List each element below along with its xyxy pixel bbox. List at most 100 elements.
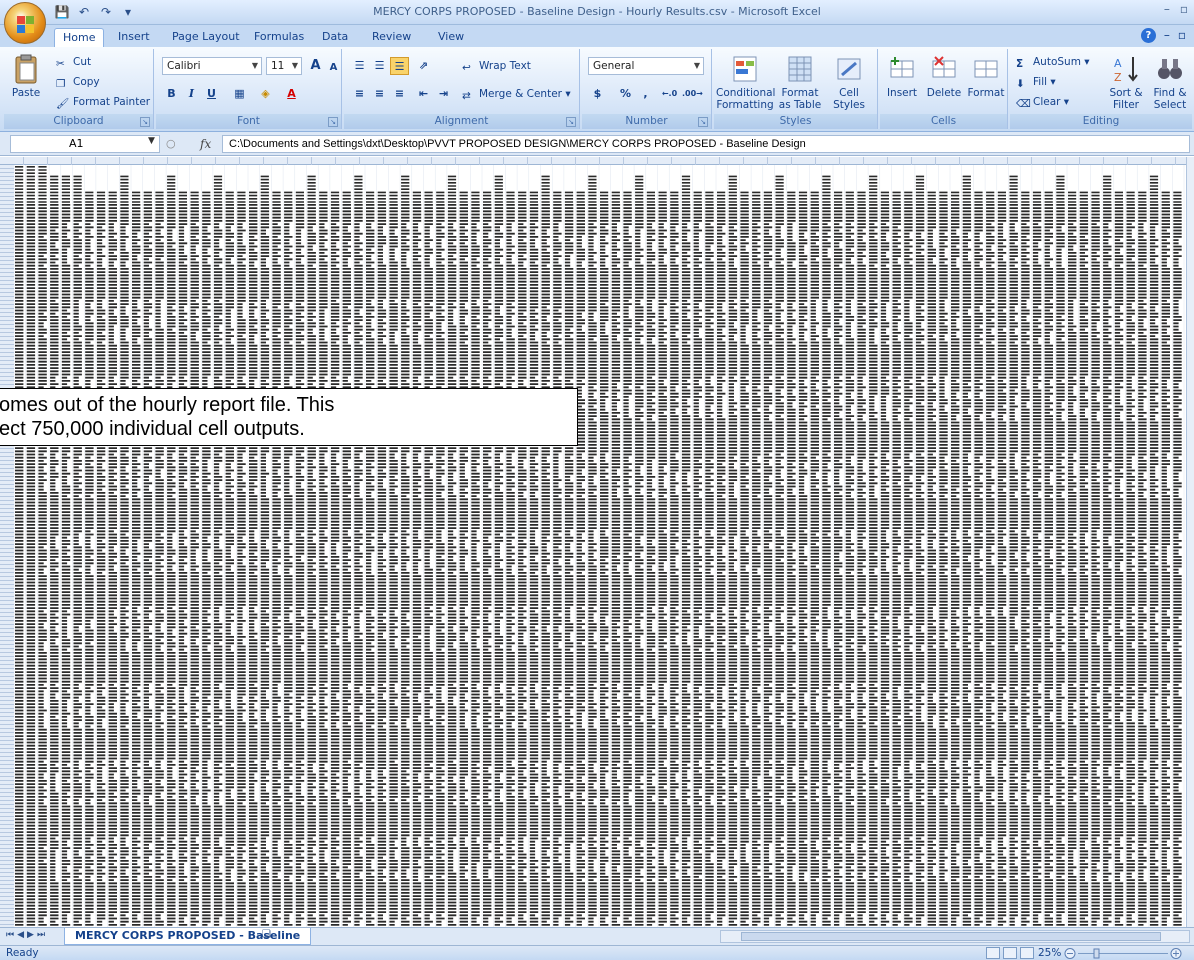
office-button[interactable] [4,2,46,44]
column-header[interactable] [864,157,888,165]
tab-home[interactable]: Home [54,28,105,47]
worksheet[interactable] [0,157,1194,927]
restore-icon[interactable]: ▫ [1180,2,1188,16]
tab-page-layout[interactable]: Page Layout [164,28,248,47]
column-header[interactable] [48,157,72,165]
minimize-icon[interactable]: – [1164,2,1170,16]
insert-function-icon[interactable]: fx [200,135,220,153]
merge-center-button[interactable]: ⇄ Merge & Center ▾ [462,85,571,103]
column-header[interactable] [192,157,216,165]
align-middle-icon[interactable]: ☰ [370,57,389,75]
column-header[interactable] [504,157,528,165]
vertical-scrollbar[interactable] [1186,157,1194,927]
format-painter-button[interactable]: 🖌 Format Painter [56,93,150,111]
column-header[interactable] [792,157,816,165]
bold-button[interactable]: B [162,85,181,103]
cut-button[interactable]: ✂ Cut [56,53,91,71]
column-header[interactable] [432,157,456,165]
delete-cells-button[interactable]: Delete [924,53,964,99]
column-header[interactable] [648,157,672,165]
fill-color-icon[interactable]: ◈ [256,85,275,103]
column-header[interactable] [720,157,744,165]
sheet-navigation-icons[interactable]: ⏮◀▶⏭ [6,930,48,940]
sort-filter-button[interactable]: AZ Sort & Filter [1104,53,1148,111]
percent-button[interactable]: % [616,85,635,103]
ribbon-minimize-icon[interactable]: – [1164,28,1170,43]
paste-button[interactable]: Paste [6,53,46,99]
tab-review[interactable]: Review [364,28,419,47]
column-header[interactable] [312,157,336,165]
page-break-view-icon[interactable] [1020,947,1034,959]
column-header[interactable] [144,157,168,165]
name-box[interactable]: A1 [10,135,160,153]
chevron-down-icon[interactable]: ▼ [148,136,155,146]
column-header[interactable] [480,157,504,165]
column-header[interactable] [816,157,840,165]
border-icon[interactable]: ▦ [230,85,249,103]
column-header[interactable] [168,157,192,165]
wrap-text-button[interactable]: ↩ Wrap Text [462,57,531,75]
column-headers[interactable] [0,157,1194,165]
column-header[interactable] [0,157,24,165]
page-layout-view-icon[interactable] [1003,947,1017,959]
ribbon-restore-icon[interactable]: ▫ [1178,28,1186,43]
column-header[interactable] [72,157,96,165]
normal-view-icon[interactable] [986,947,1000,959]
font-color-icon[interactable]: A [282,85,301,103]
align-top-icon[interactable]: ☰ [350,57,369,75]
column-header[interactable] [624,157,648,165]
insert-cells-button[interactable]: Insert [882,53,922,99]
column-header[interactable] [528,157,552,165]
column-header[interactable] [768,157,792,165]
column-header[interactable] [888,157,912,165]
copy-button[interactable]: ❐ Copy [56,73,100,91]
tab-formulas[interactable]: Formulas [246,28,312,47]
scroll-thumb[interactable] [741,932,1161,941]
column-header[interactable] [288,157,312,165]
column-header[interactable] [384,157,408,165]
conditional-formatting-button[interactable]: Conditional Formatting [716,53,775,111]
help-icon[interactable]: ? [1140,28,1156,43]
column-header[interactable] [1056,157,1080,165]
column-header[interactable] [744,157,768,165]
zoom-level[interactable]: 25% [1038,947,1061,959]
column-header[interactable] [960,157,984,165]
fill-button[interactable]: ⬇ Fill ▾ [1016,73,1056,91]
grow-font-button[interactable]: A [306,57,325,75]
increase-indent-icon[interactable]: ⇥ [434,85,453,103]
column-header[interactable] [456,157,480,165]
font-launcher-icon[interactable]: ↘ [328,117,338,127]
column-header[interactable] [1080,157,1104,165]
column-header[interactable] [96,157,120,165]
find-select-button[interactable]: Find & Select [1148,53,1192,111]
column-header[interactable] [1128,157,1152,165]
clear-button[interactable]: ⌫ Clear ▾ [1016,93,1069,111]
cell-grid[interactable] [14,165,1186,927]
column-header[interactable] [216,157,240,165]
font-size-combo[interactable]: 11 ▼ [266,57,302,75]
decrease-indent-icon[interactable]: ⇤ [414,85,433,103]
column-header[interactable] [360,157,384,165]
column-header[interactable] [552,157,576,165]
increase-decimal-icon[interactable]: ←.0 [660,85,679,103]
column-header[interactable] [840,157,864,165]
cell-styles-button[interactable]: Cell Styles [826,53,872,111]
column-header[interactable] [576,157,600,165]
column-header[interactable] [1008,157,1032,165]
column-header[interactable] [696,157,720,165]
column-header[interactable] [120,157,144,165]
row-headers[interactable] [0,165,14,927]
column-header[interactable] [600,157,624,165]
tab-insert[interactable]: Insert [110,28,158,47]
horizontal-scrollbar[interactable] [720,930,1190,943]
decrease-decimal-icon[interactable]: .00→ [682,85,703,103]
clipboard-launcher-icon[interactable]: ↘ [140,117,150,127]
font-name-combo[interactable]: Calibri ▼ [162,57,262,75]
formula-input[interactable]: C:\Documents and Settings\dxt\Desktop\PV… [222,135,1190,153]
align-bottom-icon[interactable]: ☰ [390,57,409,75]
tab-view[interactable]: View [430,28,472,47]
zoom-slider[interactable] [1064,948,1184,959]
column-header[interactable] [1032,157,1056,165]
number-launcher-icon[interactable]: ↘ [698,117,708,127]
autosum-button[interactable]: Σ AutoSum ▾ [1016,53,1090,71]
